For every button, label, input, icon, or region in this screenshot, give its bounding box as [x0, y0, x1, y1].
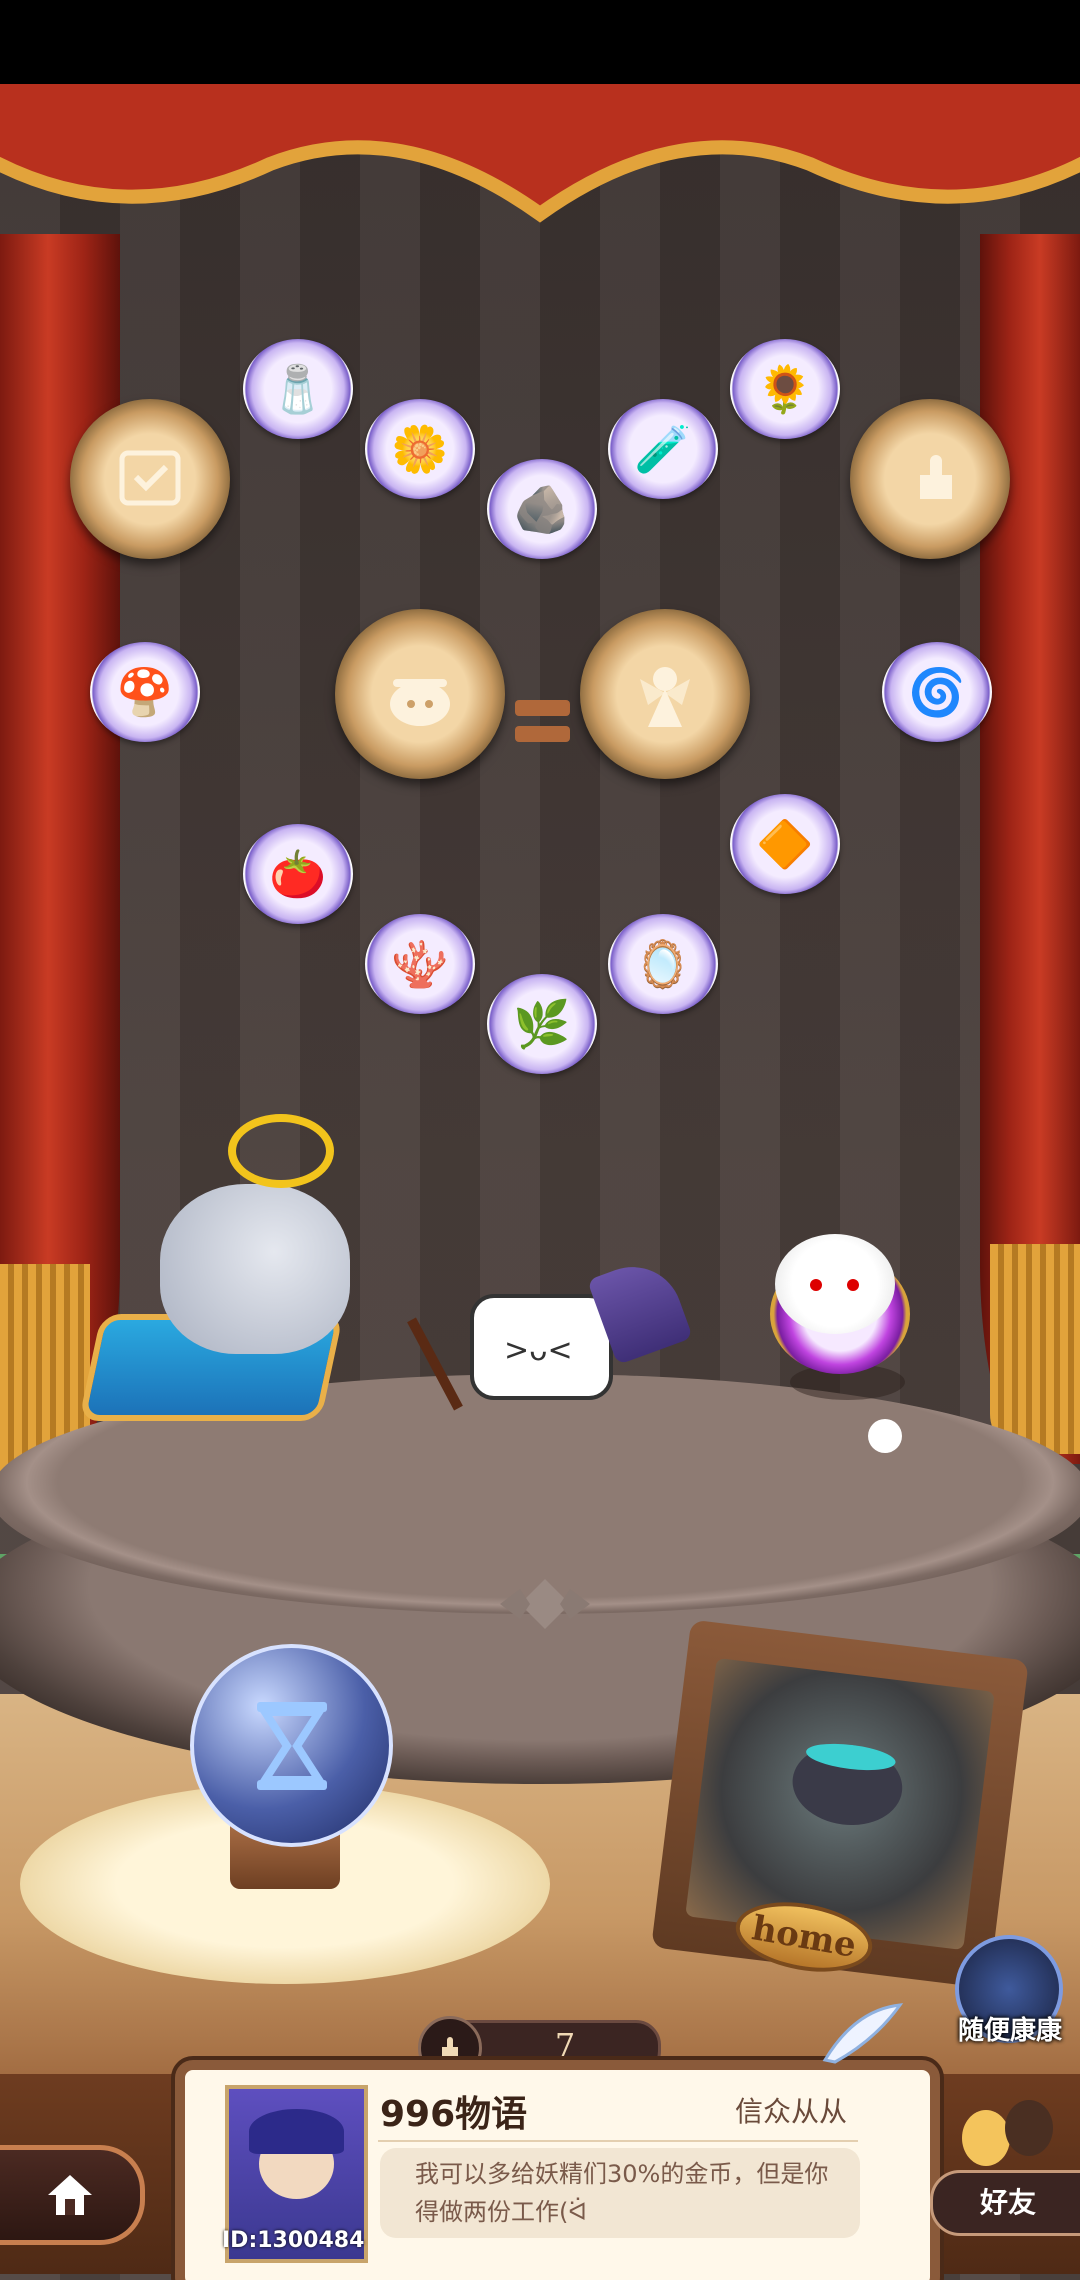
sleeping-angel-character[interactable] [160, 1184, 350, 1354]
ingredient-amber-gem[interactable]: 🔶 [730, 794, 840, 894]
halo-icon [228, 1114, 334, 1188]
ingredient-green-herb[interactable]: 🌿 [487, 974, 597, 1074]
ingredient-red-tomato[interactable]: 🍅 [243, 824, 353, 924]
ingredient-white-stones[interactable]: 🪨 [487, 459, 597, 559]
curtain-valance [0, 84, 1080, 223]
ingredient-purple-mushroom[interactable]: 🍄 [90, 642, 200, 742]
house-icon [48, 2175, 92, 2215]
platform-ornament [500, 1579, 590, 1629]
pompom-icon [868, 1419, 902, 1453]
ingredient-white-lily[interactable]: 🌼 [365, 399, 475, 499]
fairy-icon[interactable] [580, 609, 750, 779]
user-title: 信众从从 [735, 2095, 848, 2128]
random-visit-label: 随便康康 [957, 2016, 1062, 2046]
ingredient-mirror[interactable]: 🪞 [608, 914, 718, 1014]
curtain-fringe-right [990, 1244, 1080, 1454]
equals-sign [515, 694, 570, 749]
thumbs-up-flower-icon[interactable] [850, 399, 1010, 559]
stage-scene: 🧂 🌼 🪨 🧪 🌻 🍄 🌀 🍅 🪸 🌿 🪞 🔶 >ᴗ< home 随便康康 7 … [0, 84, 1080, 2280]
home-button[interactable] [0, 2145, 145, 2245]
scroll-check-icon[interactable] [70, 399, 230, 559]
ingredient-yellow-flower[interactable]: 🌻 [730, 339, 840, 439]
ingredient-teal-potion[interactable]: 🧪 [608, 399, 718, 499]
ingredient-blue-pinwheel[interactable]: 🌀 [882, 642, 992, 742]
status-bar [0, 0, 1080, 84]
girl-head [775, 1234, 895, 1334]
divider [378, 2140, 858, 2142]
ingredient-salt-crystals[interactable]: 🧂 [243, 339, 353, 439]
cauldron-icon[interactable] [335, 609, 505, 779]
tv-mascot-character[interactable]: >ᴗ< [470, 1294, 613, 1400]
user-id: ID:1300484 [222, 2228, 365, 2253]
hourglass-icon [256, 1701, 327, 1790]
home-picture [685, 1657, 995, 1951]
user-name: 996物语 [380, 2094, 528, 2135]
quote-text: 我可以多给妖精们30%的金币，但是你得做两份工作(ᐛ [415, 2160, 829, 2226]
hourglass-orb-button[interactable] [190, 1644, 393, 1847]
ingredient-red-coral[interactable]: 🪸 [365, 914, 475, 1014]
feather-quill-icon [822, 2003, 904, 2064]
friends-label[interactable]: 好友 [930, 2170, 1080, 2236]
